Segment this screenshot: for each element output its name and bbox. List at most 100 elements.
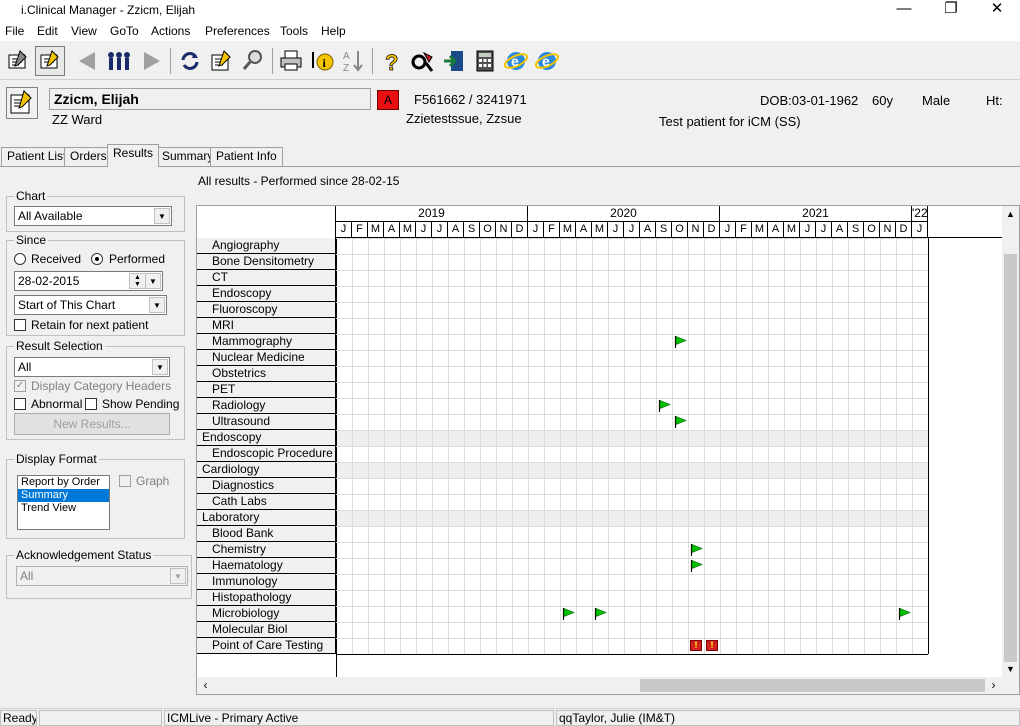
vertical-scroll-thumb[interactable] [1004, 254, 1017, 662]
info-icon[interactable]: i [307, 46, 337, 76]
test-row-label[interactable]: Endoscopic Procedure [197, 446, 336, 462]
back-icon[interactable] [73, 46, 103, 76]
scroll-down-icon[interactable]: ▼ [1002, 661, 1019, 677]
test-row-label[interactable]: Ultrasound [197, 414, 336, 430]
restore-button[interactable]: ❐ [928, 0, 974, 20]
minimize-button[interactable]: — [881, 0, 927, 20]
test-row-label[interactable]: Histopathology [197, 590, 336, 606]
show-pending-checkbox[interactable] [85, 398, 97, 410]
received-radio[interactable] [14, 253, 26, 265]
menu-view[interactable]: View [71, 24, 97, 38]
chevron-down-icon[interactable]: ▼ [170, 568, 186, 584]
test-row-label[interactable]: Point of Care Testing [197, 638, 336, 654]
horizontal-scroll-thumb[interactable] [640, 679, 985, 692]
people-icon[interactable] [104, 46, 134, 76]
result-alert-icon[interactable]: ! [706, 640, 718, 651]
result-flag-icon[interactable] [690, 543, 704, 557]
test-row-label[interactable]: Endoscopy [197, 286, 336, 302]
test-row-label[interactable]: Blood Bank [197, 526, 336, 542]
tab-patient-info[interactable]: Patient Info [210, 147, 283, 166]
test-row-label[interactable]: Radiology [197, 398, 336, 414]
results-grid[interactable]: 2019 2020 2021'22 J F M A M J J A S O N D J F M A M J J A S O N D J… [196, 205, 1020, 695]
chevron-down-icon[interactable]: ▼ [152, 359, 168, 375]
vertical-scrollbar[interactable]: ▲ ▼ [1002, 206, 1019, 677]
list-item-selected[interactable]: Summary [18, 489, 109, 502]
scroll-up-icon[interactable]: ▲ [1002, 206, 1019, 222]
acknowledgement-select[interactable]: All ▼ [16, 566, 188, 586]
tab-results[interactable]: Results [107, 144, 160, 167]
test-row-label[interactable]: MRI [197, 318, 336, 334]
alert-badge[interactable]: A [377, 90, 399, 110]
internet-explorer-icon-2[interactable]: e [532, 46, 562, 76]
close-button[interactable]: ✕ [974, 0, 1020, 20]
test-row-label[interactable]: CT [197, 270, 336, 286]
tab-patient-list[interactable]: Patient List [1, 147, 73, 166]
test-row-label[interactable]: Nuclear Medicine [197, 350, 336, 366]
result-flag-icon[interactable] [594, 607, 608, 621]
chart-select[interactable]: All Available ▼ [14, 206, 172, 226]
test-row-label[interactable]: Immunology [197, 574, 336, 590]
menu-help[interactable]: Help [321, 24, 346, 38]
chevron-down-icon[interactable]: ▼ [149, 297, 165, 313]
display-format-list[interactable]: Report by Order Summary Trend View [17, 475, 110, 530]
test-row-label[interactable]: Haematology [197, 558, 336, 574]
result-alert-icon[interactable]: ! [690, 640, 702, 651]
abnormal-checkbox[interactable] [14, 398, 26, 410]
menu-tools[interactable]: Tools [280, 24, 308, 38]
test-row-label[interactable]: Cath Labs [197, 494, 336, 510]
result-flag-icon[interactable] [898, 607, 912, 621]
menu-edit[interactable]: Edit [37, 24, 58, 38]
category-row-label[interactable]: Laboratory [197, 510, 336, 526]
test-row-label[interactable]: Chemistry [197, 542, 336, 558]
category-row-label[interactable]: Cardiology [197, 462, 336, 478]
test-row-label[interactable]: Mammography [197, 334, 336, 350]
result-flag-icon[interactable] [690, 559, 704, 573]
scroll-right-icon[interactable]: › [985, 677, 1002, 694]
category-row-label[interactable]: Endoscopy [197, 430, 336, 446]
patient-open-icon[interactable] [35, 46, 65, 76]
calculator-icon[interactable] [470, 46, 500, 76]
menu-file[interactable]: File [5, 24, 24, 38]
print-icon[interactable] [276, 46, 306, 76]
list-item[interactable]: Trend View [18, 502, 109, 515]
date-spinner-icon[interactable]: ▲ ▼ [129, 273, 145, 289]
patient-list-icon[interactable] [3, 46, 33, 76]
retain-checkbox[interactable] [14, 319, 26, 331]
new-results-button[interactable]: New Results... [14, 413, 170, 435]
sort-az-icon[interactable]: AZ [338, 46, 368, 76]
menu-goto[interactable]: GoTo [110, 24, 139, 38]
edit-notes-icon[interactable] [206, 46, 236, 76]
result-flag-icon[interactable] [674, 415, 688, 429]
test-row-label[interactable]: Microbiology [197, 606, 336, 622]
test-row-label[interactable]: Obstetrics [197, 366, 336, 382]
search-icon[interactable] [238, 46, 268, 76]
since-range-select[interactable]: Start of This Chart ▼ [14, 295, 167, 315]
test-row-label[interactable]: Bone Densitometry [197, 254, 336, 270]
patient-icon[interactable] [6, 87, 38, 119]
tab-orders[interactable]: Orders [64, 147, 113, 166]
result-flag-icon[interactable] [562, 607, 576, 621]
result-flag-icon[interactable] [658, 399, 672, 413]
chevron-down-icon[interactable]: ▼ [145, 273, 161, 289]
test-row-label[interactable]: Diagnostics [197, 478, 336, 494]
test-row-label[interactable]: Molecular Biol [197, 622, 336, 638]
graph-checkbox[interactable] [119, 475, 131, 487]
result-selection-select[interactable]: All ▼ [14, 357, 170, 377]
internet-explorer-icon[interactable]: e [501, 46, 531, 76]
menu-preferences[interactable]: Preferences [205, 24, 270, 38]
refresh-icon[interactable] [175, 46, 205, 76]
test-row-label[interactable]: Angiography [197, 238, 336, 254]
list-item[interactable]: Report by Order [18, 476, 109, 489]
test-row-label[interactable]: PET [197, 382, 336, 398]
since-date-picker[interactable]: 28-02-2015 ▲ ▼ ▼ [14, 271, 163, 291]
exit-icon[interactable] [439, 46, 469, 76]
horizontal-scrollbar[interactable]: ‹ › [197, 677, 1002, 694]
help-icon[interactable]: ? [377, 46, 407, 76]
forward-icon[interactable] [136, 46, 166, 76]
test-row-label[interactable]: Fluoroscopy [197, 302, 336, 318]
menu-actions[interactable]: Actions [151, 24, 190, 38]
scroll-left-icon[interactable]: ‹ [197, 677, 214, 694]
display-headers-checkbox[interactable]: ✓ [14, 380, 26, 392]
chevron-down-icon[interactable]: ▼ [154, 208, 170, 224]
tools-icon[interactable] [408, 46, 438, 76]
